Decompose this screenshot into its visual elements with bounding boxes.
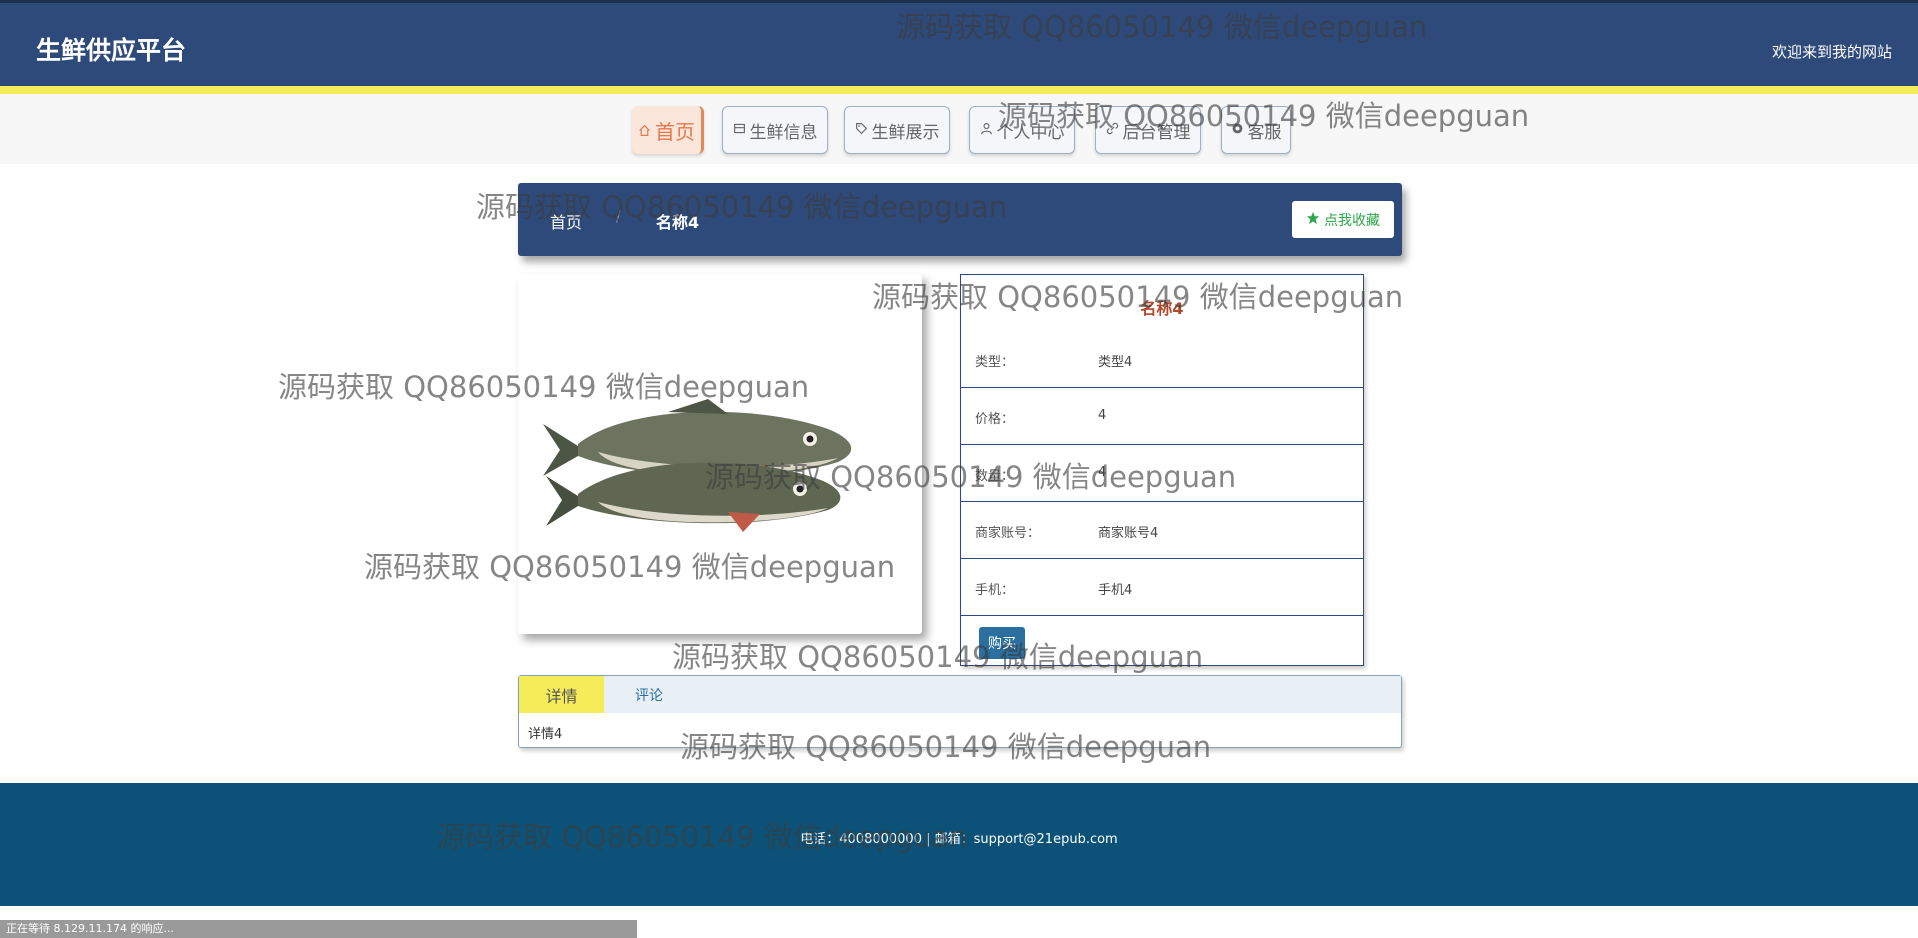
tag-icon [855, 120, 868, 140]
tab-detail[interactable]: 详情 [519, 676, 604, 713]
page: 生鲜供应平台 欢迎来到我的网站 首页 生鲜信息 生鲜展示 个人中心 后台管理 客… [0, 0, 1918, 938]
tab-content: 详情4 [528, 727, 563, 742]
nav-customer-service-label: 客服 [1247, 122, 1282, 143]
info-value: 4 [1098, 465, 1107, 480]
info-value: 类型4 [1098, 355, 1133, 370]
info-row-price: 价格： 4 [961, 388, 1363, 445]
product-info-card: 名称4 类型： 类型4 价格： 4 数量： 4 商家账号： 商家账号4 手机： … [960, 274, 1364, 666]
nav-fresh-display[interactable]: 生鲜展示 [844, 106, 950, 154]
nav-home-label: 首页 [655, 119, 695, 144]
info-value: 4 [1098, 408, 1107, 423]
product-title: 名称4 [1140, 299, 1184, 318]
info-row-merchant: 商家账号： 商家账号4 [961, 502, 1363, 559]
breadcrumb-separator: / [616, 209, 621, 225]
link-icon [1106, 120, 1119, 140]
top-header: 生鲜供应平台 欢迎来到我的网站 [0, 0, 1918, 94]
header-accent-stripe [0, 86, 1918, 94]
star-icon [1306, 211, 1320, 229]
favorite-button-label: 点我收藏 [1324, 212, 1380, 229]
product-image [543, 399, 852, 532]
nav-customer-service[interactable]: 客服 [1221, 106, 1291, 154]
info-label: 手机： [975, 583, 1015, 598]
detail-tabs: 详情 评论 详情4 [518, 675, 1402, 748]
nav-fresh-info-label: 生鲜信息 [749, 122, 818, 143]
tab-bar: 详情 评论 [519, 676, 1401, 713]
breadcrumb-current: 名称4 [656, 213, 700, 232]
nav-fresh-display-label: 生鲜展示 [871, 122, 940, 143]
tab-comment[interactable]: 评论 [604, 676, 694, 713]
box-icon [733, 120, 746, 140]
info-label: 数量： [975, 469, 1015, 484]
nav-home[interactable]: 首页 [632, 106, 704, 154]
breadcrumb-home[interactable]: 首页 [550, 209, 582, 233]
user-icon [980, 120, 993, 140]
info-row-type: 类型： 类型4 [961, 331, 1363, 388]
welcome-text: 欢迎来到我的网站 [1771, 43, 1892, 61]
nav-fresh-info[interactable]: 生鲜信息 [722, 106, 828, 154]
product-image-card [518, 274, 922, 634]
nav-bar [0, 94, 1918, 164]
nav-personal-center-label: 个人中心 [996, 122, 1065, 143]
favorite-button[interactable]: 点我收藏 [1292, 201, 1394, 238]
info-label: 类型： [975, 355, 1015, 370]
breadcrumb: 首页 / 名称4 点我收藏 [518, 183, 1402, 256]
footer: 电话：4008000000 | 邮箱：support@21epub.com [0, 783, 1918, 906]
nav-admin[interactable]: 后台管理 [1095, 106, 1201, 154]
buy-button[interactable]: 购买 [979, 627, 1025, 659]
home-icon [638, 118, 651, 142]
nav-personal-center[interactable]: 个人中心 [969, 106, 1075, 154]
nav-admin-label: 后台管理 [1122, 122, 1191, 143]
site-title[interactable]: 生鲜供应平台 [36, 31, 186, 67]
info-value: 商家账号4 [1098, 526, 1159, 541]
info-label: 商家账号： [975, 526, 1041, 541]
info-value: 手机4 [1098, 583, 1133, 598]
footer-contact: 电话：4008000000 | 邮箱：support@21epub.com [800, 832, 1118, 847]
browser-status-bar: 正在等待 8.129.11.174 的响应... [0, 920, 637, 938]
chat-icon [1231, 120, 1244, 140]
info-row-quantity: 数量： 4 [961, 445, 1363, 502]
info-row-phone: 手机： 手机4 [961, 559, 1363, 616]
info-label: 价格： [975, 412, 1015, 427]
